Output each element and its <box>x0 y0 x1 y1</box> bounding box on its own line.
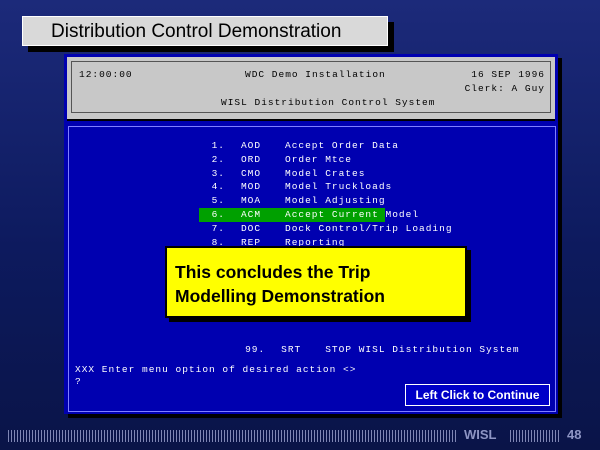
terminal-time: 12:00:00 <box>79 69 133 80</box>
terminal-system-name: WISL Distribution Control System <box>221 97 436 108</box>
terminal-header: 12:00:00 WDC Demo Installation 16 SEP 19… <box>67 57 555 121</box>
footer-decoration-right <box>510 430 560 442</box>
popup-line-2: Modelling Demonstration <box>175 286 385 306</box>
menu-item-ord[interactable]: 2. ORD Order Mtce <box>199 153 453 167</box>
terminal-installation: WDC Demo Installation <box>245 69 386 80</box>
menu-item-mod[interactable]: 4. MOD Model Truckloads <box>199 180 453 194</box>
menu-item-stop[interactable]: 99. SRT STOP WISL Distribution System <box>199 333 520 366</box>
input-cursor[interactable]: ? <box>75 376 82 387</box>
menu-item-cmo[interactable]: 3. CMO Model Crates <box>199 167 453 181</box>
menu-item-acm[interactable]: 6. ACM Accept Current Model <box>199 207 418 222</box>
terminal-screen: 12:00:00 WDC Demo Installation 16 SEP 19… <box>64 54 558 414</box>
main-menu: 1. AOD Accept Order Data 2. ORD Order Mtce 3. C… <box>199 139 453 249</box>
slide-title: Distribution Control Demonstration <box>22 16 388 46</box>
terminal-clerk: Clerk: A Guy <box>464 83 545 94</box>
continue-button[interactable]: Left Click to Continue <box>405 384 550 406</box>
terminal-date: 16 SEP 1996 <box>471 69 545 80</box>
page-number: 48 <box>567 427 582 442</box>
menu-item-moa[interactable]: 5. MOA Model Adjusting <box>199 194 453 208</box>
footer-label: WISL <box>464 427 497 442</box>
menu-item-doc[interactable]: 7. DOC Dock Control/Trip Loading <box>199 222 453 236</box>
popup-line-1: This concludes the Trip <box>175 262 371 282</box>
menu-item-aod[interactable]: 1. AOD Accept Order Data <box>199 139 453 153</box>
conclusion-popup: This concludes the Trip Modelling Demons… <box>165 246 467 318</box>
footer-decoration-left <box>8 430 456 442</box>
command-prompt: XXX Enter menu option of desired action … <box>75 364 357 375</box>
